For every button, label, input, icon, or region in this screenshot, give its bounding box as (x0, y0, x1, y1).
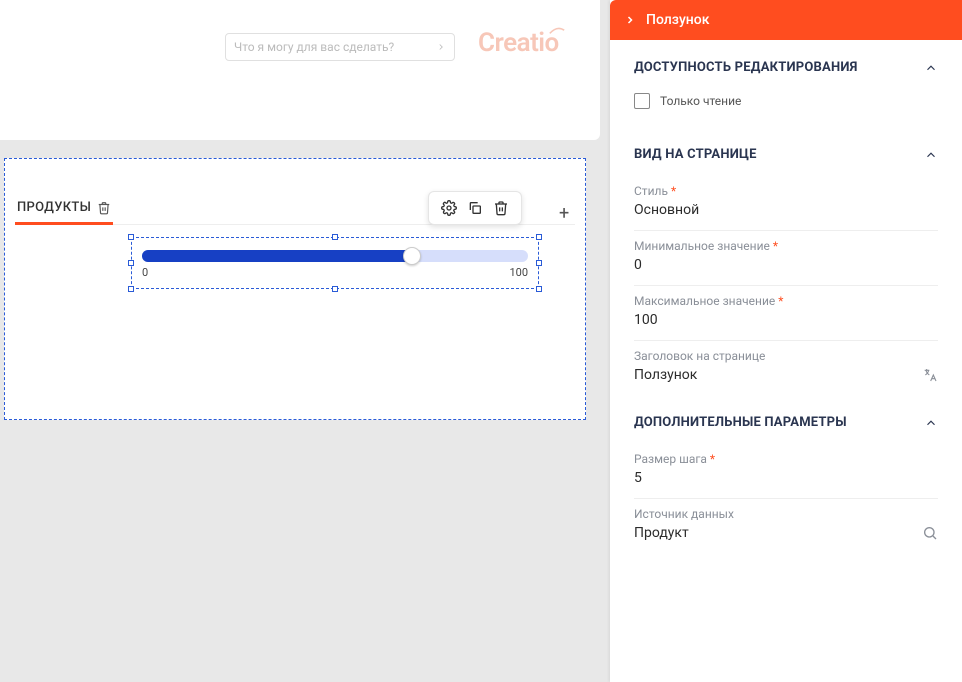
field-step-value: 5 (634, 470, 938, 486)
gear-icon[interactable] (441, 200, 457, 216)
chevron-up-icon (924, 148, 938, 162)
element-toolbar (428, 191, 522, 225)
design-canvas[interactable]: ПРОДУКТЫ + (4, 158, 586, 420)
slider-thumb[interactable] (403, 247, 421, 265)
slider-widget[interactable]: 0 100 (142, 250, 528, 279)
trash-icon[interactable] (97, 201, 111, 215)
top-header-area: Что я могу для вас сделать? Creatio (0, 0, 600, 140)
translate-icon[interactable] (922, 367, 938, 383)
slider-max-label: 100 (509, 266, 528, 279)
section-params: ДОПОЛНИТЕЛЬНЫЕ ПАРАМЕТРЫ Размер шага * 5… (610, 395, 962, 553)
add-element-icon[interactable]: + (559, 203, 569, 224)
resize-handle[interactable] (332, 286, 338, 292)
resize-handle[interactable] (332, 234, 338, 240)
search-icon[interactable] (922, 525, 938, 541)
section-access: ДОСТУПНОСТЬ РЕДАКТИРОВАНИЯ Только чтение (610, 40, 962, 127)
resize-handle[interactable] (128, 234, 134, 240)
field-step-size[interactable]: Размер шага * 5 (634, 444, 938, 499)
resize-handle[interactable] (536, 286, 542, 292)
chevron-up-icon (924, 61, 938, 75)
section-params-header[interactable]: ДОПОЛНИТЕЛЬНЫЕ ПАРАМЕТРЫ (634, 395, 938, 444)
tab-products[interactable]: ПРОДУКТЫ (15, 193, 113, 225)
slider-range-labels: 0 100 (142, 266, 528, 279)
chevron-right-icon (624, 14, 636, 26)
section-view-header[interactable]: ВИД НА СТРАНИЦЕ (634, 127, 938, 176)
brand-logo: Creatio (478, 28, 559, 58)
section-access-header[interactable]: ДОСТУПНОСТЬ РЕДАКТИРОВАНИЯ (634, 40, 938, 89)
resize-handle[interactable] (536, 260, 542, 266)
field-min-value[interactable]: Минимальное значение * 0 (634, 231, 938, 286)
field-min-value-text: 0 (634, 257, 938, 273)
slider-element-selection[interactable]: 0 100 (131, 237, 539, 289)
copy-icon[interactable] (467, 200, 483, 216)
required-asterisk: * (710, 452, 715, 466)
global-search-input[interactable]: Что я могу для вас сделать? (225, 33, 455, 61)
slider-fill (142, 250, 412, 262)
global-search-placeholder: Что я могу для вас сделать? (234, 40, 394, 54)
trash-icon[interactable] (493, 200, 509, 216)
slider-min-label: 0 (142, 266, 148, 279)
field-style[interactable]: Стиль * Основной (634, 176, 938, 231)
chevron-right-icon (436, 42, 446, 52)
resize-handle[interactable] (128, 286, 134, 292)
panel-title: Ползунок (646, 12, 709, 28)
chevron-up-icon (924, 416, 938, 430)
resize-handle[interactable] (128, 260, 134, 266)
required-asterisk: * (773, 239, 778, 253)
field-page-title[interactable]: Заголовок на странице Ползунок (634, 341, 938, 395)
required-asterisk: * (778, 294, 783, 308)
section-view: ВИД НА СТРАНИЦЕ Стиль * Основной Минимал… (610, 127, 962, 395)
field-data-source[interactable]: Источник данных Продукт (634, 499, 938, 553)
panel-header[interactable]: Ползунок (610, 0, 962, 40)
readonly-checkbox-row[interactable]: Только чтение (634, 89, 938, 127)
resize-handle[interactable] (536, 234, 542, 240)
tab-label: ПРОДУКТЫ (17, 200, 91, 215)
required-asterisk: * (671, 184, 676, 198)
properties-panel: Ползунок ДОСТУПНОСТЬ РЕДАКТИРОВАНИЯ Толь… (610, 0, 962, 682)
field-max-value[interactable]: Максимальное значение * 100 (634, 286, 938, 341)
readonly-label: Только чтение (660, 94, 741, 108)
field-max-value-text: 100 (634, 312, 938, 328)
field-data-source-value: Продукт (634, 525, 689, 541)
checkbox-unchecked-icon[interactable] (634, 93, 650, 109)
field-style-value: Основной (634, 202, 938, 218)
slider-track[interactable] (142, 250, 528, 262)
field-page-title-text: Ползунок (634, 367, 697, 383)
